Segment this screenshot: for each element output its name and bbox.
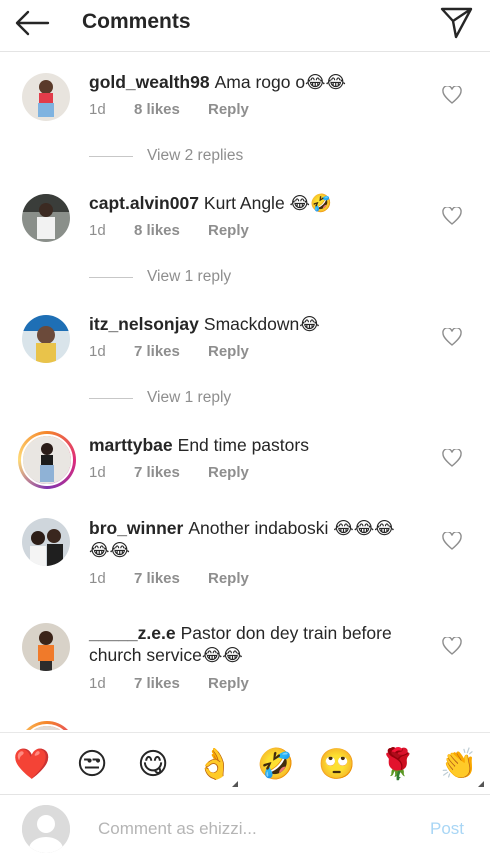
comment-username[interactable]: _____z.e.e	[89, 623, 176, 643]
comment-text: itz_nelsonjay Smackdown😂	[89, 314, 320, 334]
avatar-story-ring[interactable]	[18, 431, 76, 489]
emoji-heart[interactable]: ❤️	[13, 747, 50, 783]
emoji-ok-hand[interactable]: 👌	[196, 747, 233, 783]
comment-meta: 1d 7 likes Reply	[89, 570, 249, 587]
comment-text: capt.alvin007 Kurt Angle 😂🤣	[89, 193, 332, 213]
view-replies-button[interactable]: View 2 replies	[89, 147, 243, 165]
comment-input-bar: Comment as ehizzi... Post	[0, 794, 490, 853]
likes-count[interactable]: 8 likes	[134, 222, 208, 239]
comment-text: _____z.e.e Pastor don dey train before chu…	[89, 623, 392, 665]
emoji-quick-bar: ❤️ 😒 😋 👌 🤣 🙄 🌹 👏	[0, 732, 490, 794]
comment-username[interactable]: capt.alvin007	[89, 193, 199, 213]
comment-username[interactable]: bro_winner	[89, 518, 183, 538]
comment-username[interactable]: itz_nelsonjay	[89, 314, 199, 334]
reply-button[interactable]: Reply	[208, 570, 249, 587]
comment-meta: 1d 8 likes Reply	[89, 101, 249, 118]
comment-time: 1d	[89, 222, 106, 239]
header-bar: Comments	[0, 0, 490, 52]
back-arrow-icon[interactable]	[14, 8, 50, 38]
reply-button[interactable]: Reply	[208, 101, 249, 118]
emoji-unamused[interactable]: 😒	[74, 747, 110, 783]
likes-count[interactable]: 7 likes	[134, 464, 208, 481]
default-user-icon	[22, 805, 70, 853]
heart-outline-icon[interactable]	[442, 86, 462, 104]
likes-count[interactable]: 7 likes	[134, 570, 208, 587]
heart-outline-icon[interactable]	[442, 328, 462, 346]
comment-username[interactable]: marttybae	[89, 435, 173, 455]
reply-button[interactable]: Reply	[208, 343, 249, 360]
post-button[interactable]: Post	[430, 819, 464, 839]
heart-outline-icon[interactable]	[442, 637, 462, 655]
reply-button[interactable]: Reply	[208, 675, 249, 692]
page-title: Comments	[82, 10, 191, 33]
view-replies-button[interactable]: View 1 reply	[89, 389, 231, 407]
emoji-eye-roll[interactable]: 🙄	[318, 747, 355, 783]
avatar[interactable]	[22, 194, 70, 242]
emoji-rolling-laughing[interactable]: 🤣	[257, 747, 294, 783]
avatar[interactable]	[22, 315, 70, 363]
comment-username[interactable]: gold_wealth98	[89, 72, 210, 92]
divider-line	[89, 155, 133, 157]
view-replies-button[interactable]: View 1 reply	[89, 268, 231, 286]
comment-time: 1d	[89, 343, 106, 360]
variant-indicator-icon	[478, 781, 484, 787]
comment-meta: 1d 7 likes Reply	[89, 675, 249, 692]
heart-outline-icon[interactable]	[442, 207, 462, 225]
avatar-story-ring[interactable]	[18, 721, 76, 730]
emoji-yum[interactable]: 😋	[135, 747, 171, 783]
likes-count[interactable]: 8 likes	[134, 101, 208, 118]
likes-count[interactable]: 7 likes	[134, 343, 208, 360]
reply-button[interactable]: Reply	[208, 464, 249, 481]
comment-meta: 1d 7 likes Reply	[89, 464, 249, 481]
direct-send-icon[interactable]	[438, 5, 474, 39]
reply-button[interactable]: Reply	[208, 222, 249, 239]
comment-list[interactable]: gold_wealth98 Ama rogo o😂😂 1d 8 likes Reply…	[0, 53, 490, 730]
avatar[interactable]	[22, 623, 70, 671]
comment-text: bro_winner Another indaboski 😂😂😂 😂😂	[89, 518, 395, 560]
heart-outline-icon[interactable]	[442, 532, 462, 550]
comment-time: 1d	[89, 101, 106, 118]
comment-meta: 1d 7 likes Reply	[89, 343, 249, 360]
comment-input[interactable]: Comment as ehizzi...	[98, 819, 257, 839]
divider-line	[89, 276, 133, 278]
comment-time: 1d	[89, 464, 106, 481]
avatar[interactable]	[22, 73, 70, 121]
divider-line	[89, 397, 133, 399]
emoji-rose[interactable]: 🌹	[379, 747, 416, 783]
heart-outline-icon[interactable]	[442, 449, 462, 467]
comment-text: marttybae End time pastors	[89, 435, 309, 455]
emoji-clap[interactable]: 👏	[440, 747, 477, 783]
likes-count[interactable]: 7 likes	[134, 675, 208, 692]
comment-meta: 1d 8 likes Reply	[89, 222, 249, 239]
comment-time: 1d	[89, 675, 106, 692]
comment-time: 1d	[89, 570, 106, 587]
my-avatar	[22, 805, 70, 853]
comment-text: gold_wealth98 Ama rogo o😂😂	[89, 72, 346, 92]
avatar[interactable]	[22, 518, 70, 566]
variant-indicator-icon	[232, 781, 238, 787]
